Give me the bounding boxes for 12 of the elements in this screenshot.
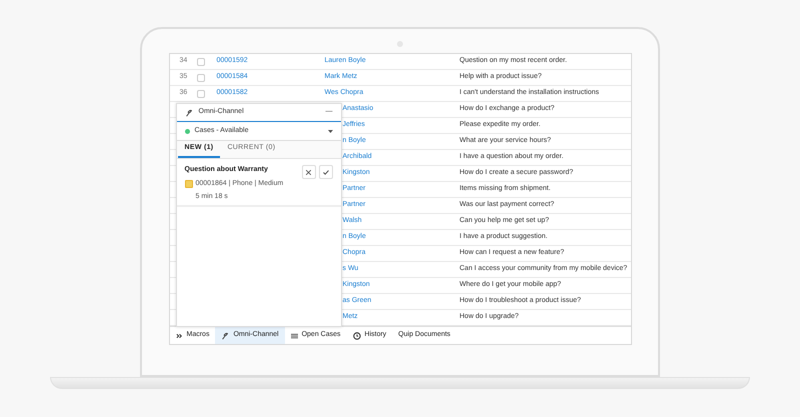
checkmark-icon (322, 170, 328, 174)
decline-button[interactable] (302, 165, 316, 179)
caret-icon (328, 130, 332, 132)
double-chevron-icon (176, 332, 182, 338)
row-checkbox[interactable] (196, 90, 204, 98)
case-icon (184, 180, 192, 188)
list-icon (290, 332, 298, 338)
close-icon (306, 170, 311, 174)
accept-button[interactable] (318, 165, 332, 179)
clock-icon (352, 332, 361, 340)
row-checkbox[interactable] (196, 74, 204, 82)
row-checkbox[interactable] (196, 58, 204, 66)
